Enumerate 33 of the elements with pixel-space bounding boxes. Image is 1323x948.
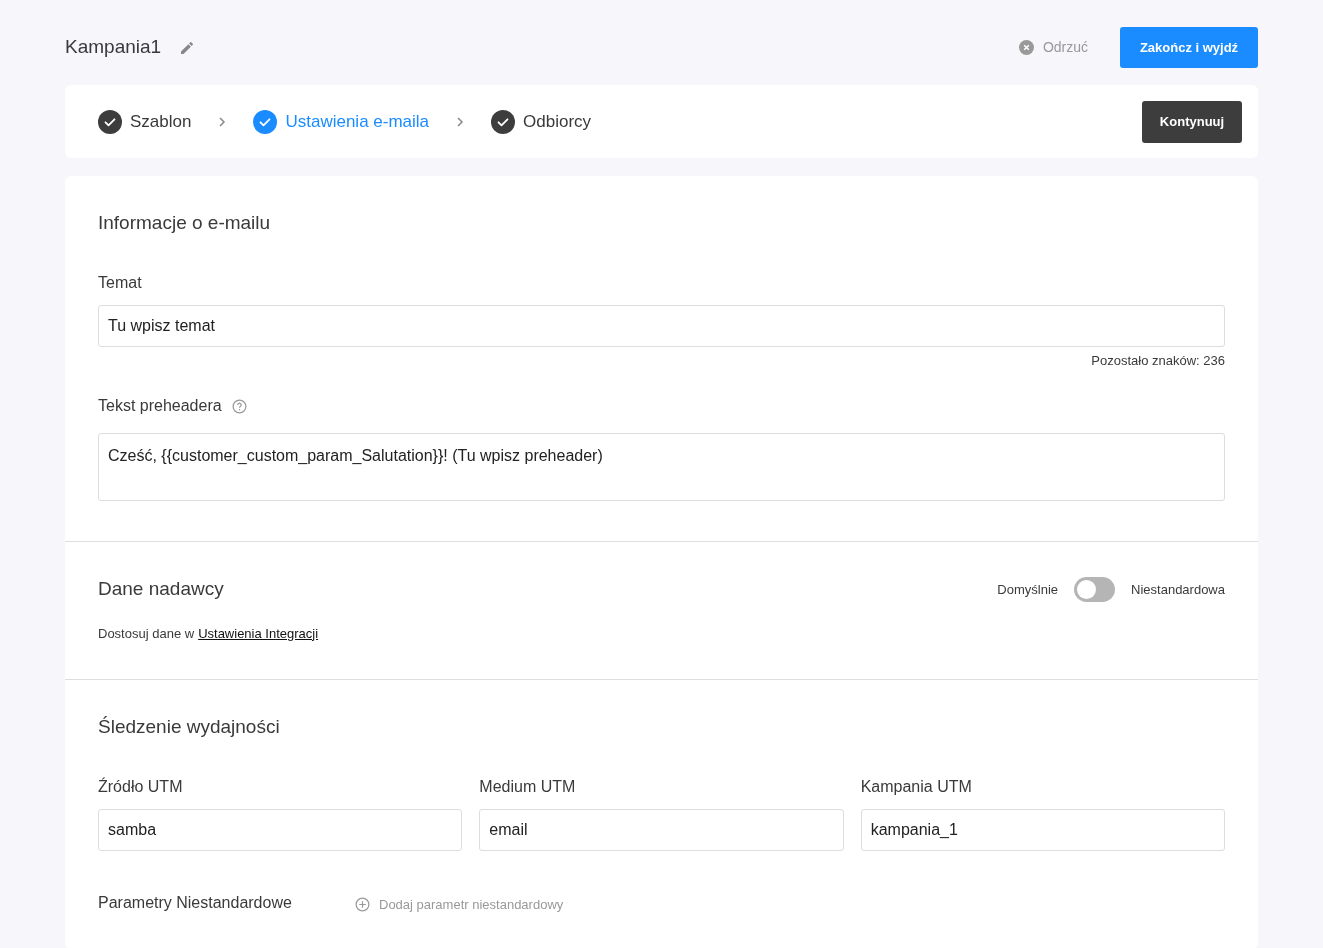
pencil-icon[interactable]: [179, 39, 196, 56]
check-icon: [253, 109, 278, 134]
integration-settings-link[interactable]: Ustawienia Integracji: [198, 623, 319, 643]
utm-field[interactable]: kampania_1: [860, 808, 1225, 851]
preheader-field[interactable]: Cześć, {{customer_custom_param_Salutation}}! (Tu wpisz preheader): [98, 433, 1225, 501]
utm-field[interactable]: samba: [98, 808, 463, 851]
hint-text: Dostosuj dane w: [98, 624, 195, 643]
field-label: Medium UTM: [479, 776, 577, 797]
subject-field[interactable]: Tu wpisz temat: [98, 304, 1225, 347]
campaign-title: Kampania1: [65, 35, 162, 60]
toggle-label: Domyślnie: [997, 580, 1059, 599]
utm-field[interactable]: email: [479, 808, 844, 851]
field-label: Kampania UTM: [860, 776, 973, 797]
field-label: Źródło UTM: [98, 776, 184, 797]
check-icon: [491, 109, 516, 134]
section-heading: Dane nadawcy: [98, 577, 224, 601]
continue-button[interactable]: Kontynuuj: [1142, 100, 1242, 143]
field-label: Temat: [98, 272, 143, 293]
close-icon: [1018, 40, 1034, 55]
section-heading: Informacje o e-mailu: [98, 211, 272, 235]
chevron-right-icon: [218, 115, 227, 128]
step[interactable]: Szablon: [98, 108, 192, 135]
field-label: Tekst preheadera: [98, 396, 222, 416]
characters-left: Pozostało znaków: 236: [1091, 351, 1225, 370]
plus-icon: [355, 897, 370, 912]
chevron-right-icon: [456, 115, 465, 128]
help-icon[interactable]: [231, 398, 247, 414]
toggle-label: Niestandardowa: [1131, 580, 1225, 599]
check-icon: [98, 109, 122, 134]
step[interactable]: Odbiorcy: [491, 108, 592, 135]
sender-toggle[interactable]: [1074, 576, 1116, 602]
section-heading: Śledzenie wydajności: [98, 715, 281, 739]
field-label: Parametry Niestandardowe: [98, 892, 293, 913]
